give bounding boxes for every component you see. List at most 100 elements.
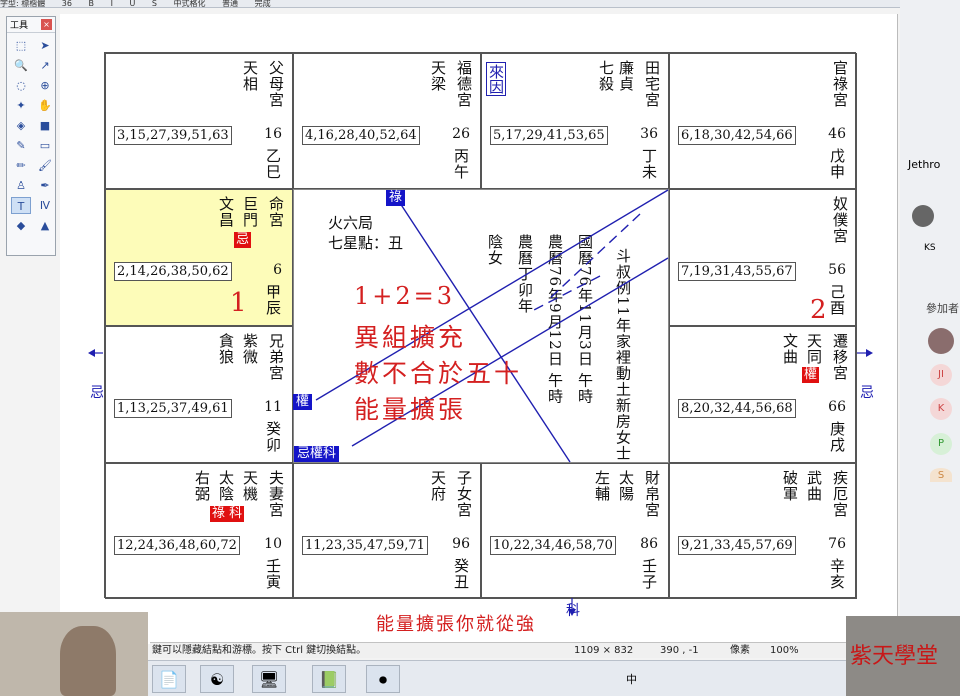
star: 廉貞 xyxy=(617,60,635,92)
stem-branch: 壬子 xyxy=(640,558,658,590)
avatar: S xyxy=(930,468,952,482)
ime-indicator[interactable]: 中 xyxy=(626,671,637,687)
palace-xiongdi: 兄弟宮 紫微 貪狼 1,13,25,37,49,61 11 癸卯 xyxy=(105,326,293,463)
eraser-icon[interactable]: ▭ xyxy=(35,137,55,154)
dropper-icon[interactable]: ✒ xyxy=(35,177,55,194)
book-app-icon[interactable]: 📗 xyxy=(312,665,346,693)
star: 紫微 xyxy=(241,333,259,365)
ji-badge: 忌 xyxy=(234,232,252,248)
chart-center: 火六局 七星點：丑 陰女 農曆丁卯年 農曆76年9月12日 午時 國曆76年11… xyxy=(293,189,669,463)
stem-branch: 甲辰 xyxy=(264,284,282,316)
stem-branch: 癸丑 xyxy=(452,558,470,590)
strike-button[interactable]: S xyxy=(152,0,157,7)
rect-select-icon[interactable]: ⬚ xyxy=(11,37,31,54)
stem-branch: 戊申 xyxy=(828,148,846,180)
unit-select[interactable]: 像素 xyxy=(730,643,750,659)
quan-badge: 權 xyxy=(802,367,820,383)
logo: 紫天學堂 xyxy=(846,616,960,696)
star: 天機 xyxy=(241,470,259,502)
stem-branch: 辛亥 xyxy=(828,558,846,590)
ziwei-chart: 父母宮 天相 3,15,27,39,51,63 16 乙巳 福德宮 天梁 4,1… xyxy=(104,52,857,599)
star: 右弼 xyxy=(193,470,211,502)
palace-name: 財帛宮 xyxy=(643,470,661,518)
pdf-app-icon[interactable]: 📄 xyxy=(152,665,186,693)
palace-nupu: 奴僕宮 7,19,31,43,55,67 56 己酉 xyxy=(669,189,857,326)
palace-number: 11 xyxy=(264,399,282,415)
palace-tianzhai: 來因 田宅宮 廉貞 七殺 5,17,29,41,53,65 36 丁未 xyxy=(481,53,669,189)
star: 天同 xyxy=(805,333,823,365)
record-app-icon[interactable]: ⏺ xyxy=(366,665,400,693)
bucket-icon[interactable]: ◈ xyxy=(11,117,31,134)
presenter xyxy=(60,626,116,696)
magnifier-icon[interactable]: ⊕ xyxy=(35,77,55,94)
close-icon[interactable]: × xyxy=(41,19,52,30)
center-gender: 陰女 xyxy=(486,234,504,266)
lasso-icon[interactable]: ◌ xyxy=(11,77,31,94)
text-tool-icon[interactable]: T xyxy=(11,197,31,214)
italic-button[interactable]: I xyxy=(111,0,113,7)
palace-number: 66 xyxy=(828,399,846,415)
palace-name: 奴僕宮 xyxy=(831,196,849,244)
star: 左輔 xyxy=(593,470,611,502)
star: 天府 xyxy=(429,470,447,502)
webcam-feed xyxy=(0,612,148,696)
hand-icon[interactable]: ✋ xyxy=(35,97,55,114)
star: 武曲 xyxy=(805,470,823,502)
pointer-plus-icon[interactable]: ↗ xyxy=(35,57,55,74)
palace-name: 命宮 xyxy=(267,196,285,228)
italic-text-icon[interactable]: Ⅳ xyxy=(35,197,55,214)
palace-fude: 福德宮 天梁 4,16,28,40,52,64 26 丙午 xyxy=(293,53,481,189)
zoom-icon[interactable]: 🔍 xyxy=(11,57,31,74)
age-numbers: 11,23,35,47,59,71 xyxy=(302,536,428,555)
palace-name: 父母宮 xyxy=(267,60,285,108)
ji-quan-ke-tag: 忌權科 xyxy=(294,446,340,462)
age-numbers: 9,21,33,45,57,69 xyxy=(678,536,796,555)
yinyang-app-icon[interactable]: ☯ xyxy=(200,665,234,693)
format-button[interactable]: 中式格化 xyxy=(174,0,206,7)
palace-number: 76 xyxy=(828,536,846,552)
zoom-level[interactable]: 100% xyxy=(770,643,799,659)
done-button[interactable]: 完成 xyxy=(255,0,271,7)
font-size-select[interactable]: 36 xyxy=(62,0,72,7)
pen-icon[interactable]: ✎ xyxy=(11,137,31,154)
avatar: P xyxy=(930,433,952,455)
age-numbers: 8,20,32,44,56,68 xyxy=(678,399,796,418)
cursor-pos: 390 , -1 xyxy=(660,645,699,656)
star: 七殺 xyxy=(597,60,615,92)
avatar xyxy=(928,328,954,354)
image-size: 1109 × 832 xyxy=(574,645,634,656)
mic-icon[interactable] xyxy=(912,205,934,227)
font-select[interactable]: 字型: 標楷體 xyxy=(0,0,45,7)
stem-branch: 庚戌 xyxy=(828,421,846,453)
age-numbers: 7,19,31,43,55,67 xyxy=(678,262,796,281)
polygon-icon[interactable]: ▲ xyxy=(35,217,55,234)
age-numbers: 2,14,26,38,50,62 xyxy=(114,262,232,281)
paint-app-icon[interactable]: 🖥 xyxy=(252,665,286,693)
status-hint: 鍵可以隱藏結點和游標。按下 Ctrl 鍵切換結點。 xyxy=(152,645,367,656)
logo-text: 紫天學堂 xyxy=(850,644,939,669)
fill-icon[interactable]: ■ xyxy=(35,117,55,134)
center-note: 斗叔例11年家裡動土新房女士 xyxy=(614,248,632,462)
palace-caibo: 財帛宮 太陽 左輔 10,22,34,46,58,70 86 壬子 xyxy=(481,463,669,599)
shapes-icon[interactable]: ◆ xyxy=(11,217,31,234)
underline-button[interactable]: U xyxy=(129,0,135,7)
magic-wand-icon[interactable]: ✦ xyxy=(11,97,31,114)
stem-branch: 己酉 xyxy=(828,284,846,316)
age-numbers: 10,22,34,46,58,70 xyxy=(490,536,616,555)
star: 貪狼 xyxy=(217,333,235,365)
center-lunar-date: 農曆76年9月12日 午時 xyxy=(546,234,564,405)
palace-number: 56 xyxy=(828,262,846,278)
pencil-icon[interactable]: ✏ xyxy=(11,157,31,174)
palace-name: 兄弟宮 xyxy=(267,333,285,381)
bold-button[interactable]: B xyxy=(89,0,95,7)
palace-number: 96 xyxy=(452,536,470,552)
palace-fumu: 父母宮 天相 3,15,27,39,51,63 16 乙巳 xyxy=(105,53,293,189)
center-lunar-year: 農曆丁卯年 xyxy=(516,234,534,314)
brush-icon[interactable]: 🖌 xyxy=(35,157,55,174)
pointer-icon[interactable]: ➤ xyxy=(35,37,55,54)
stamp-icon[interactable]: ♙ xyxy=(11,177,31,194)
style-select[interactable]: 普通 xyxy=(222,0,238,7)
palace-name: 官祿宮 xyxy=(831,60,849,108)
palace-guanlu: 官祿宮 6,18,30,42,54,66 46 戊申 xyxy=(669,53,857,189)
laiyin-tag: 來因 xyxy=(486,62,506,96)
